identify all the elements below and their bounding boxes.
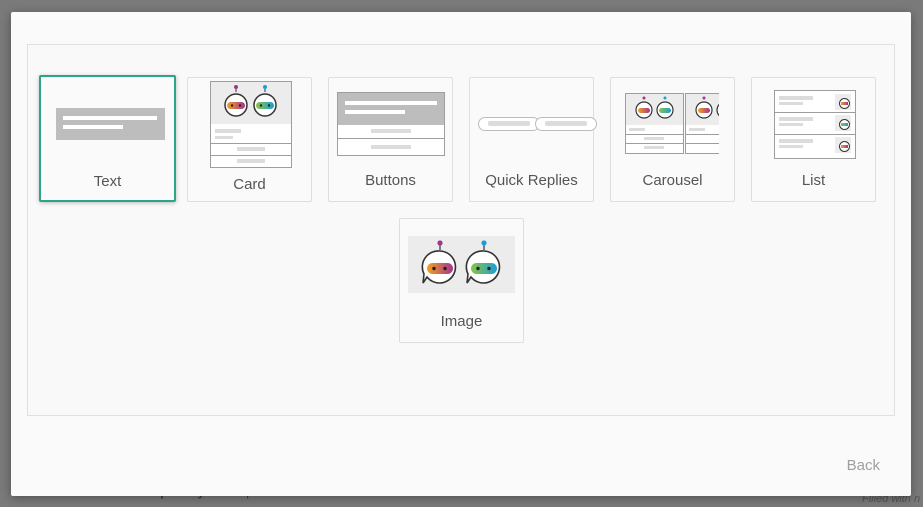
template-picker-modal: Text Card Buttons Quick Replies Carousel…: [11, 12, 911, 496]
bot-image-icon: [626, 94, 683, 125]
template-grid: Text Card Buttons Quick Replies Carousel…: [27, 44, 895, 416]
tile-label: Card: [233, 176, 266, 193]
bot-image-icon: [686, 94, 719, 125]
tile-list[interactable]: List: [751, 77, 876, 202]
tile-label: Quick Replies: [485, 172, 578, 189]
quick-reply-pill: [535, 117, 597, 131]
tile-label: Image: [440, 313, 483, 330]
text-preview: [56, 108, 165, 140]
tile-image[interactable]: Image: [399, 218, 524, 343]
card-preview: [210, 81, 292, 168]
bot-image-icon: [211, 82, 291, 124]
back-button[interactable]: Back: [847, 457, 880, 474]
tile-label: Text: [93, 173, 122, 190]
list-preview: [774, 90, 856, 159]
tile-label: List: [801, 172, 826, 189]
tile-carousel[interactable]: Carousel: [610, 77, 735, 202]
tile-card[interactable]: Card: [187, 77, 312, 202]
tile-label: Buttons: [365, 172, 416, 189]
buttons-preview: [337, 92, 445, 156]
tile-buttons[interactable]: Buttons: [328, 77, 453, 202]
bot-image-icon: [408, 236, 515, 293]
carousel-preview: [625, 93, 719, 154]
tile-label: Carousel: [642, 172, 703, 189]
tile-quick-replies[interactable]: Quick Replies: [469, 77, 597, 202]
tile-text[interactable]: Text: [39, 75, 176, 202]
quick-reply-pill: [478, 117, 540, 131]
